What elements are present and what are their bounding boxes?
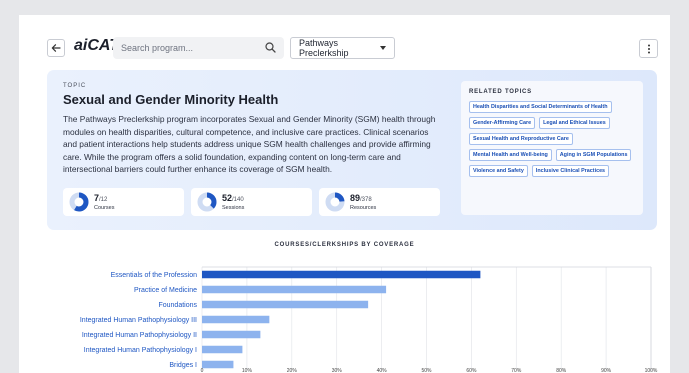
stats-row: 7/12 Courses 52/140 Sessions 89/378 Reso…: [63, 188, 440, 216]
related-topic-chip[interactable]: Mental Health and Well-being: [469, 149, 552, 161]
x-tick-label: 30%: [332, 368, 343, 373]
bar[interactable]: [202, 285, 387, 294]
search-box[interactable]: [113, 37, 284, 59]
chart-title: COURSES/CLERKSHIPS BY COVERAGE: [274, 242, 415, 248]
category-label[interactable]: Bridges I: [169, 362, 197, 369]
category-label[interactable]: Foundations: [158, 302, 197, 309]
program-select-value: Pathways Preclerkship: [299, 38, 349, 58]
category-label[interactable]: Integrated Human Pathophysiology I: [84, 347, 197, 354]
bar[interactable]: [202, 300, 369, 309]
related-topic-chip[interactable]: Legal and Ethical Issues: [539, 117, 610, 129]
related-topic-chip[interactable]: Health Disparities and Social Determinan…: [469, 101, 612, 113]
category-label[interactable]: Integrated Human Pathophysiology III: [80, 317, 197, 324]
stat-sessions: 52/140 Sessions: [191, 188, 312, 216]
category-label[interactable]: Essentials of the Profession: [111, 272, 197, 279]
search-input[interactable]: [121, 43, 261, 53]
stat-courses: 7/12 Courses: [63, 188, 184, 216]
stat-total: /12: [99, 196, 108, 203]
x-tick-label: 60%: [466, 368, 477, 373]
category-label[interactable]: Practice of Medicine: [134, 287, 197, 294]
x-tick-label: 0: [201, 368, 204, 373]
search-icon[interactable]: [265, 42, 276, 53]
topic-title: Sexual and Gender Minority Health: [63, 92, 279, 107]
bar[interactable]: [202, 345, 243, 354]
stat-total: /378: [360, 196, 372, 203]
page: aiCAT Pathways Preclerkship TOPIC Sexual…: [19, 15, 670, 373]
more-options-button[interactable]: [639, 39, 658, 58]
bar[interactable]: [202, 315, 270, 324]
stat-resources: 89/378 Resources: [319, 188, 440, 216]
bar[interactable]: [202, 330, 261, 339]
program-select[interactable]: Pathways Preclerkship: [290, 37, 395, 59]
topic-card: TOPIC Sexual and Gender Minority Health …: [47, 70, 657, 230]
coverage-bar-chart: Essentials of the Profession Practice of …: [80, 266, 658, 373]
related-topic-chip[interactable]: Inclusive Clinical Practices: [531, 165, 610, 177]
caret-down-icon: [380, 46, 386, 50]
related-topics-title: RELATED TOPICS: [469, 89, 532, 95]
x-tick-label: 90%: [601, 368, 612, 373]
x-tick-label: 80%: [556, 368, 567, 373]
related-topics-panel: RELATED TOPICS Health Disparities and So…: [461, 81, 643, 215]
related-topics-list: Health Disparities and Social Determinan…: [469, 101, 635, 177]
donut-chart-icon: [325, 192, 345, 212]
related-topic-chip[interactable]: Gender-Affirming Care: [469, 117, 536, 129]
x-tick-label: 10%: [242, 368, 253, 373]
stat-total: /140: [232, 196, 244, 203]
related-topic-chip[interactable]: Sexual Health and Reproductive Care: [469, 133, 573, 145]
stat-label: Courses: [94, 204, 115, 211]
x-tick-label: 40%: [377, 368, 388, 373]
more-vertical-icon: [647, 44, 650, 53]
related-topic-chip[interactable]: Violence and Safety: [469, 165, 528, 177]
bar[interactable]: [202, 360, 234, 369]
topic-eyebrow: TOPIC: [63, 83, 87, 89]
topic-description: The Pathways Preclerkship program incorp…: [63, 114, 436, 175]
arrow-left-icon: [51, 44, 61, 52]
back-button[interactable]: [47, 39, 65, 57]
category-label[interactable]: Integrated Human Pathophysiology II: [82, 332, 197, 339]
x-tick-label: 70%: [511, 368, 522, 373]
x-tick-label: 20%: [287, 368, 298, 373]
bar[interactable]: [202, 270, 481, 279]
donut-chart-icon: [197, 192, 217, 212]
donut-chart-icon: [69, 192, 89, 212]
stat-label: Resources: [350, 204, 377, 211]
x-tick-label: 50%: [421, 368, 432, 373]
stat-label: Sessions: [222, 204, 245, 211]
stat-value: 89: [350, 192, 361, 203]
related-topic-chip[interactable]: Aging in SGM Populations: [555, 149, 632, 161]
stat-value: 52: [222, 192, 233, 203]
x-tick-label: 100%: [645, 368, 658, 373]
